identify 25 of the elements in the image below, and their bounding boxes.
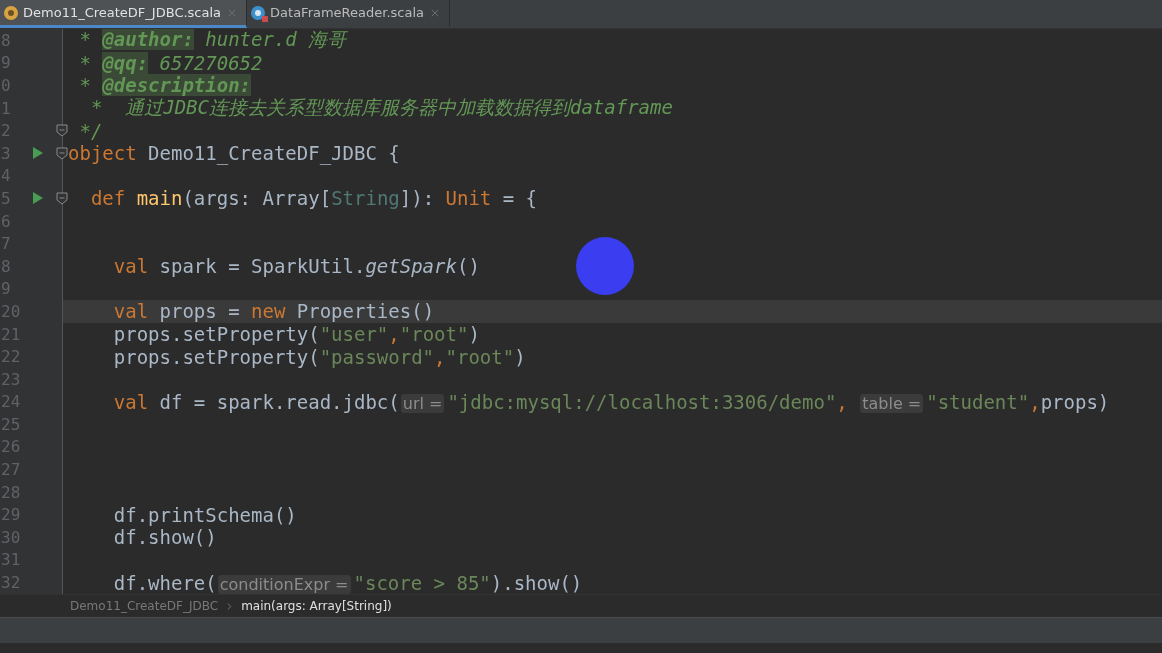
code-line: df.printSchema() <box>112 503 297 526</box>
file-icon <box>251 5 266 20</box>
breadcrumb-item[interactable]: Demo11_CreateDF_JDBC <box>70 599 219 613</box>
fold-icon[interactable] <box>56 124 68 138</box>
run-icon[interactable] <box>32 191 44 206</box>
code-line: props.setProperty("user","root") <box>112 323 480 345</box>
breadcrumb-item[interactable]: main(args: Array[String]) <box>241 599 392 613</box>
code-line: object Demo11_CreateDF_JDBC { <box>68 142 400 165</box>
code-line: def main(args: Array[String]): Unit = { <box>89 187 538 210</box>
code-line: df.where(conditionExpr = "score > 85").show() <box>112 571 583 594</box>
code-line: val df = spark.read.jdbc(url = "jdbc:mysql://localhost:3306/demo", table = "student",props) <box>112 390 1110 413</box>
code-line: * @author: hunter.d 海哥 <box>78 29 347 53</box>
code-line: * @qq: 657270652 <box>78 51 263 74</box>
fold-icon[interactable] <box>56 192 68 206</box>
run-icon[interactable] <box>32 146 44 161</box>
code-line: df.show() <box>112 526 217 549</box>
file-tab[interactable]: Demo11_CreateDF_JDBC.scala <box>0 0 248 28</box>
code-line: * @description: <box>78 74 252 97</box>
code-line: * 通过JDBC连接去关系型数据库服务器中加载数据得到dataframe <box>89 96 673 121</box>
code-line: val props = new Properties() <box>112 300 435 323</box>
code-line: */ <box>78 119 103 142</box>
code-line: val spark = SparkUtil.getSpark() <box>112 255 480 278</box>
fold-icon[interactable] <box>56 146 68 160</box>
code-line: props.setProperty("password","root") <box>112 345 526 368</box>
file-icon <box>4 5 18 20</box>
